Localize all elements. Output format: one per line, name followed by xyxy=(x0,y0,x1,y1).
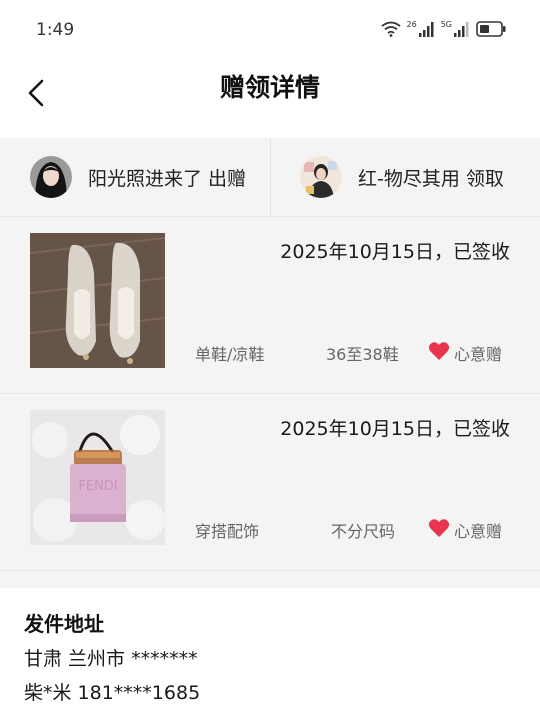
parties-row: 阳光照进来了 出赠 红-物尽其用 领取 xyxy=(0,138,540,217)
sign-date: 2025年10月15日，已签收 xyxy=(280,418,510,440)
giver-profile[interactable]: 阳光照进来了 出赠 xyxy=(30,138,270,216)
status-bar: 1:49 26 5G xyxy=(0,0,540,60)
item-size: 36至38鞋 xyxy=(326,345,399,364)
giver-role: 出赠 xyxy=(208,167,247,190)
signal-icon xyxy=(418,21,435,41)
item-size: 不分尺码 xyxy=(331,522,396,541)
receiver-name: 红-物尽其用 xyxy=(358,167,460,190)
status-time: 1:49 xyxy=(36,20,75,40)
heart-icon xyxy=(428,341,454,365)
signal-icon xyxy=(454,21,470,41)
item-category: 穿搭配饰 xyxy=(195,522,260,541)
sign-date: 2025年10月15日，已签收 xyxy=(280,241,510,263)
gift-type-label: 心意赠 xyxy=(428,518,502,542)
battery-icon xyxy=(476,21,506,41)
giver-name: 阳光照进来了 xyxy=(88,167,203,190)
gift-type-text: 心意赠 xyxy=(454,522,503,541)
status-icons: 26 5G xyxy=(380,20,506,42)
gift-item[interactable]: 2025年10月15日，已签收 单鞋/凉鞋 36至38鞋 心意赠 xyxy=(0,217,540,394)
divider xyxy=(270,138,271,216)
svg-text:FENDI: FENDI xyxy=(78,479,117,494)
gift-item[interactable]: FENDI 2025年10月15日，已签收 穿搭配饰 不分尺码 心意赠 xyxy=(0,394,540,571)
product-image-shoes xyxy=(30,233,165,368)
gift-type-label: 心意赠 xyxy=(428,341,502,365)
network-label: 26 xyxy=(406,20,417,29)
header: 赠领详情 xyxy=(0,60,540,138)
avatar xyxy=(30,156,72,198)
address-title: 发件地址 xyxy=(24,612,104,636)
address-contact: 柴*米 181****1685 xyxy=(24,682,201,704)
item-category: 单鞋/凉鞋 xyxy=(195,345,265,364)
address-region: 甘肃 兰州市 ******* xyxy=(24,648,198,670)
receiver-profile[interactable]: 红-物尽其用 领取 xyxy=(300,138,540,216)
receiver-role: 领取 xyxy=(465,167,504,190)
sender-address-section: 发件地址 甘肃 兰州市 ******* 柴*米 181****1685 xyxy=(0,588,540,710)
gift-type-text: 心意赠 xyxy=(454,345,503,364)
product-image-bag: FENDI xyxy=(30,410,165,545)
network-label: 5G xyxy=(440,20,452,29)
page-title: 赠领详情 xyxy=(219,73,320,102)
avatar xyxy=(300,156,342,198)
heart-icon xyxy=(428,518,454,542)
wifi-icon xyxy=(380,21,401,41)
